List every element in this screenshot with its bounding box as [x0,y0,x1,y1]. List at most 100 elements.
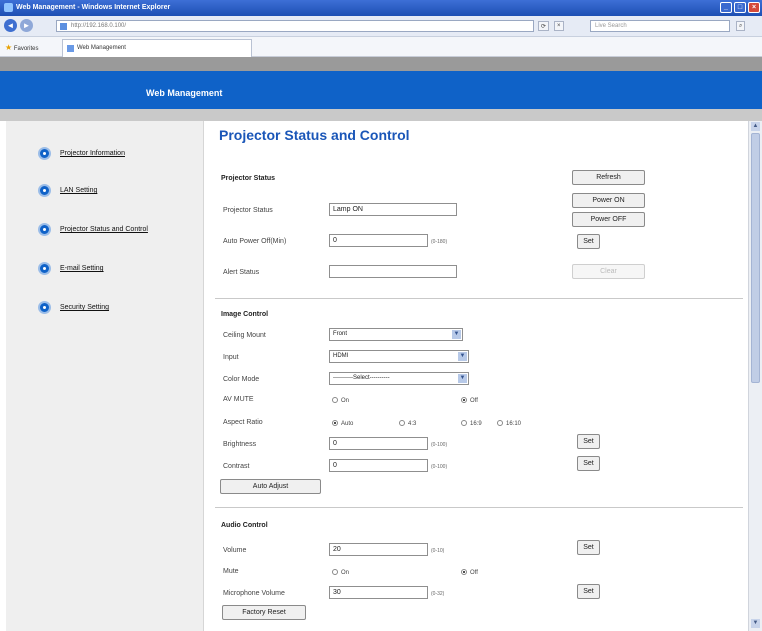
sidebar-item-projector-information[interactable]: Projector Information [60,150,125,157]
circle-bullet-icon [38,184,51,197]
ie-icon [4,3,13,12]
aspect-4-3-radio[interactable]: 4:3 [399,420,416,427]
aspect-ratio-label: Aspect Ratio [223,419,263,426]
factory-reset-button[interactable]: Factory Reset [222,605,306,620]
back-icon[interactable]: ◄ [4,19,17,32]
alert-status-label: Alert Status [223,269,260,276]
tab-label: Web Management [77,45,126,51]
page-title: Projector Status and Control [219,127,410,143]
sub-band [0,109,762,121]
scroll-thumb[interactable] [751,133,760,383]
contrast-set-button[interactable]: Set [577,456,600,471]
radio-icon [332,569,338,575]
auto-adjust-button[interactable]: Auto Adjust [220,479,321,494]
auto-power-off-range: (0-180) [431,239,448,245]
favorites-button[interactable]: ★ Favorites [5,43,39,52]
power-on-button[interactable]: Power ON [572,193,645,208]
sidebar-item-lan-setting[interactable]: LAN Setting [60,187,97,194]
scrollbar[interactable]: ▲ ▼ [748,121,762,631]
microphone-volume-set-button[interactable]: Set [577,584,600,599]
scroll-down-icon[interactable]: ▼ [751,619,760,628]
sidebar-item-email-setting[interactable]: E-mail Setting [60,265,104,272]
color-mode-value: ----------Select---------- [333,375,390,381]
radio-label: Auto [341,421,354,427]
radio-icon [332,397,338,403]
radio-label: 16:10 [506,421,522,427]
auto-power-set-button[interactable]: Set [577,234,600,249]
stop-icon[interactable]: × [554,21,564,31]
radio-label: Off [470,398,478,404]
radio-label: 16:9 [470,421,482,427]
radio-label: 4:3 [408,421,417,427]
input-select[interactable]: HDMI ▼ [329,350,469,363]
chevron-down-icon: ▼ [452,330,461,339]
volume-field[interactable]: 20 [329,543,428,556]
radio-icon [461,420,467,426]
ceiling-mount-label: Ceiling Mount [223,332,266,339]
aspect-16-10-radio[interactable]: 16:10 [497,420,521,427]
page-icon [60,23,67,30]
projector-status-label: Projector Status [223,207,273,214]
search-input[interactable]: Live Search [590,20,730,32]
contrast-field[interactable]: 0 [329,459,428,472]
search-placeholder: Live Search [595,23,627,29]
av-mute-off-radio[interactable]: Off [461,397,478,404]
audio-control-heading: Audio Control [221,522,268,529]
brightness-set-button[interactable]: Set [577,434,600,449]
circle-bullet-icon [38,301,51,314]
search-icon[interactable]: ⌕ [736,21,746,31]
contrast-label: Contrast [223,463,250,470]
mute-on-radio[interactable]: On [332,569,349,576]
brightness-range: (0-100) [431,442,448,448]
brightness-field[interactable]: 0 [329,437,428,450]
minimize-button[interactable]: _ [720,2,732,13]
aspect-16-9-radio[interactable]: 16:9 [461,420,482,427]
address-bar[interactable]: http://192.168.0.100/ [56,20,534,32]
alert-status-field [329,265,457,278]
address-toolbar: ◄ ► http://192.168.0.100/ ⟳ × Live Searc… [0,16,762,37]
scroll-up-icon[interactable]: ▲ [751,122,760,131]
microphone-volume-field[interactable]: 30 [329,586,428,599]
maximize-button[interactable]: □ [734,2,746,13]
ceiling-mount-select[interactable]: Front ▼ [329,328,463,341]
star-icon: ★ [5,43,13,52]
window-title: Web Management - Windows Internet Explor… [16,4,171,11]
tab-page-icon [67,45,74,52]
circle-bullet-icon [38,223,51,236]
radio-icon [399,420,405,426]
auto-power-off-label: Auto Power Off(Min) [223,238,287,245]
color-mode-select[interactable]: ----------Select---------- ▼ [329,372,469,385]
contrast-range: (0-100) [431,464,448,470]
close-button[interactable]: × [748,2,760,13]
aspect-auto-radio[interactable]: Auto [332,420,353,427]
sidebar-item-security-setting[interactable]: Security Setting [60,304,109,311]
clear-button[interactable]: Clear [572,264,645,279]
header-title: Web Management [146,88,223,98]
forward-icon[interactable]: ► [20,19,33,32]
radio-label: Off [470,570,478,576]
circle-bullet-icon [38,262,51,275]
radio-selected-icon [461,397,467,403]
power-off-button[interactable]: Power OFF [572,212,645,227]
refresh-button[interactable]: Refresh [572,170,645,185]
microphone-volume-range: (0-32) [431,591,445,597]
radio-label: On [341,398,350,404]
av-mute-on-radio[interactable]: On [332,397,349,404]
sidebar: Projector Information LAN Setting Projec… [6,121,204,631]
volume-set-button[interactable]: Set [577,540,600,555]
top-band [0,57,762,71]
sidebar-item-status-control[interactable]: Projector Status and Control [60,226,148,233]
favorites-bar: ★ Favorites Web Management [0,37,762,57]
volume-range: (0-10) [431,548,445,554]
image-control-heading: Image Control [221,311,269,318]
radio-selected-icon [332,420,338,426]
mute-off-radio[interactable]: Off [461,569,478,576]
auto-power-off-field[interactable]: 0 [329,234,428,247]
page-header: Web Management [0,71,762,109]
mute-label: Mute [223,568,239,575]
browser-tab[interactable]: Web Management [62,39,252,57]
circle-bullet-icon [38,147,51,160]
refresh-page-icon[interactable]: ⟳ [538,21,550,31]
input-value: HDMI [333,353,349,359]
radio-label: On [341,570,350,576]
